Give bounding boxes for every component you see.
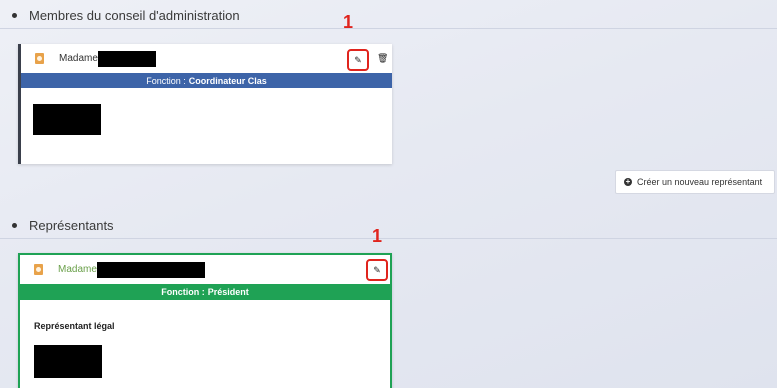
callout-number: 1: [343, 12, 354, 32]
representative-card: Madame ✎ Fonction : Président Représenta…: [18, 253, 392, 388]
function-bar: Fonction : Président: [20, 284, 390, 300]
function-value: Président: [207, 287, 249, 297]
section-title: Représentants: [29, 218, 114, 233]
plus-circle-icon: +: [624, 177, 632, 186]
edit-button[interactable]: ✎: [347, 49, 369, 71]
redacted-block: [33, 104, 101, 135]
section-title: Membres du conseil d'administration: [29, 8, 240, 23]
redacted-name: [96, 261, 205, 278]
create-button-label: Créer un nouveau représentant: [637, 177, 763, 187]
edit-button[interactable]: ✎: [366, 259, 388, 281]
bullet-icon: [12, 223, 17, 228]
function-value: Coordinateur Clas: [188, 75, 267, 86]
rep-civility: Madame: [58, 264, 97, 275]
pencil-icon: ✎: [373, 264, 381, 275]
function-label: Fonction :: [146, 75, 186, 86]
board-member-card: Madame ✎ 🗑 Fonction : Coordinateur Clas: [18, 44, 392, 164]
bullet-icon: [12, 13, 17, 18]
card-header: Madame ✎: [20, 255, 390, 284]
person-badge-icon: [35, 53, 44, 64]
create-representative-button[interactable]: + Créer un nouveau représentant: [615, 170, 775, 194]
card-header: Madame ✎ 🗑: [21, 44, 392, 73]
pencil-icon: ✎: [354, 54, 362, 65]
redacted-name: [97, 50, 156, 67]
person-badge-icon: [34, 264, 43, 275]
callout-number: 1: [372, 226, 383, 246]
function-label: Fonction :: [161, 287, 205, 297]
member-civility: Madame: [59, 53, 98, 64]
section-representatives: Représentants: [0, 213, 777, 239]
role-label: Représentant légal: [34, 321, 115, 331]
function-bar: Fonction : Coordinateur Clas: [21, 73, 392, 88]
section-board-members: Membres du conseil d'administration: [0, 3, 777, 29]
redacted-block: [34, 345, 102, 378]
trash-icon[interactable]: 🗑: [377, 53, 388, 63]
